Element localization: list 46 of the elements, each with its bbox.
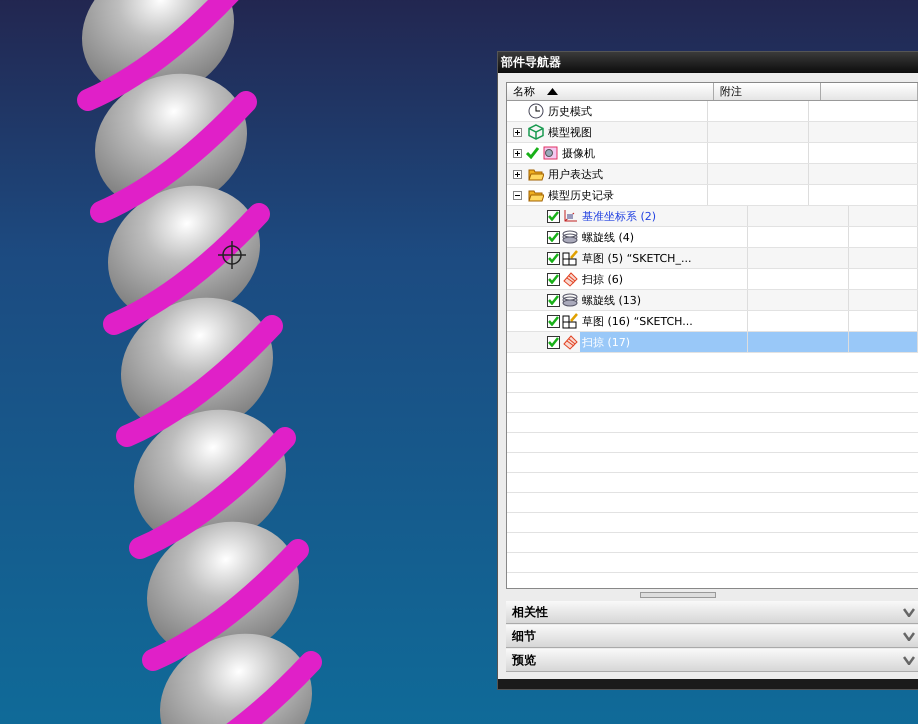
tree-row[interactable]: 草图 (5) “SKETCH_... (507, 248, 918, 269)
tree-row[interactable]: 模型视图 (507, 122, 918, 143)
splitter-handle[interactable] (640, 592, 716, 598)
tree-item[interactable]: 螺旋线 (13) (580, 292, 644, 308)
axes-icon (562, 208, 578, 224)
checkbox[interactable] (547, 272, 560, 286)
tree-row[interactable]: 用户表达式 (507, 164, 918, 185)
tree-item[interactable]: 摄像机 (560, 144, 597, 162)
sketch-pencil-icon (562, 250, 578, 266)
sketch-pencil-icon (562, 313, 578, 329)
cube-icon (528, 124, 544, 140)
section-header[interactable]: 预览 (506, 649, 918, 672)
tree-item[interactable]: 草图 (16) “SKETCH... (580, 312, 695, 330)
checkbox[interactable] (547, 314, 560, 328)
tree-item[interactable]: 历史模式 (546, 102, 594, 120)
section-header[interactable]: 相关性 (506, 601, 918, 624)
expand-icon[interactable] (513, 148, 522, 158)
column-header[interactable]: 附注 (714, 83, 821, 100)
camera-icon (542, 145, 558, 161)
clock-icon (528, 103, 544, 119)
crosshair-cursor-icon (218, 241, 246, 269)
tree-item[interactable]: 用户表达式 (546, 166, 605, 182)
tree-item[interactable]: 模型视图 (546, 124, 594, 140)
tree-item[interactable]: 扫掠 (6) (580, 270, 626, 288)
checkbox[interactable] (547, 230, 560, 244)
sweep-icon (562, 271, 578, 287)
checkbox[interactable] (547, 336, 560, 348)
coil-icon (562, 229, 578, 245)
expand-icon[interactable] (513, 128, 522, 136)
tree-item[interactable]: 螺旋线 (4) (580, 228, 636, 246)
tree-item[interactable]: 基准坐标系 (2) (580, 208, 658, 224)
coil-icon (562, 292, 578, 308)
tree-item[interactable]: 模型历史记录 (546, 186, 616, 204)
collapse-icon[interactable] (513, 190, 522, 200)
section-header[interactable]: 细节 (506, 625, 918, 648)
panel-title: 部件导航器 (498, 52, 918, 73)
checkbox[interactable] (547, 252, 560, 264)
sweep-icon (562, 334, 578, 350)
checkbox[interactable] (547, 294, 560, 306)
tree-item[interactable]: 草图 (5) “SKETCH_... (580, 250, 694, 266)
checkbox[interactable] (547, 210, 560, 222)
column-header[interactable]: 名称 (507, 83, 714, 100)
tree-row[interactable]: 基准坐标系 (2) (507, 206, 918, 227)
expand-icon[interactable] (513, 170, 522, 178)
tree-row[interactable]: 螺旋线 (13) (507, 290, 918, 311)
table-cell (849, 332, 918, 352)
